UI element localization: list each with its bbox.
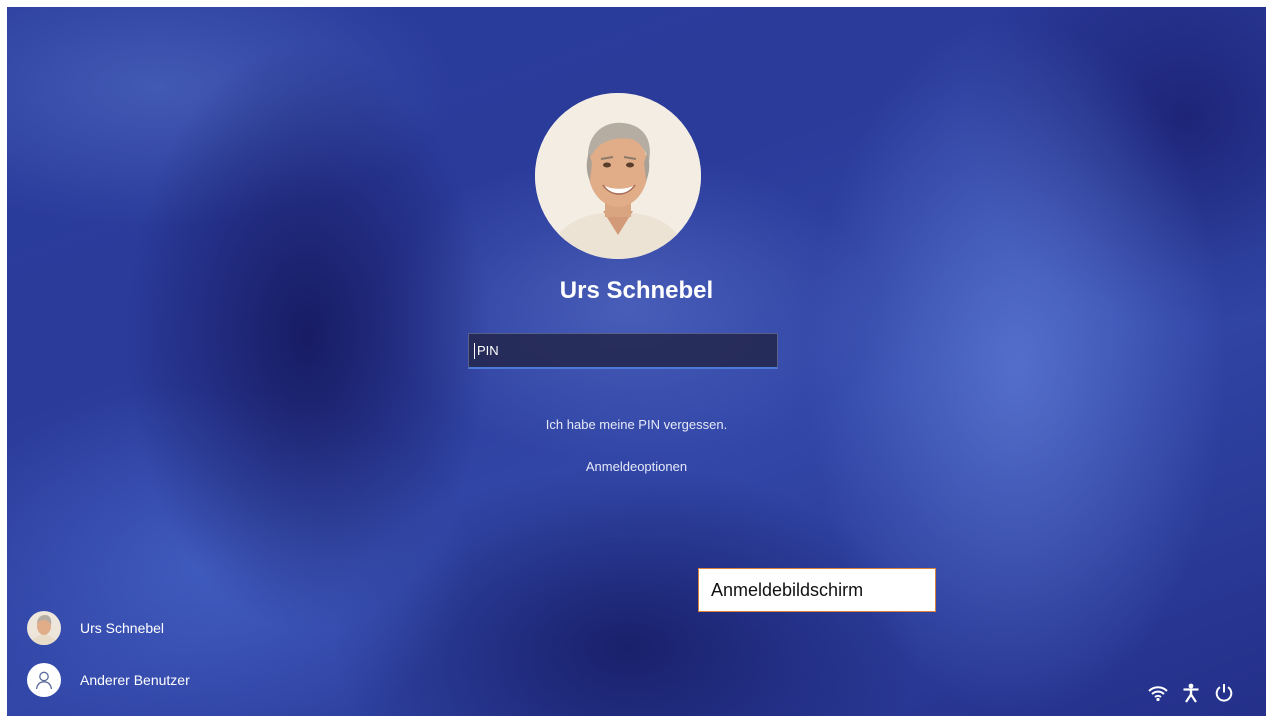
accessibility-icon[interactable] xyxy=(1181,683,1201,703)
caption-label: Anmeldebildschirm xyxy=(698,568,936,612)
user-photo-icon xyxy=(27,611,61,645)
text-caret xyxy=(474,343,475,359)
power-icon[interactable] xyxy=(1214,683,1234,703)
user-avatar-large xyxy=(535,93,701,259)
sign-in-options-link[interactable]: Anmeldeoptionen xyxy=(7,459,1266,474)
lock-screen-background: Urs Schnebel Ich habe meine PIN vergesse… xyxy=(7,7,1266,716)
user-switch-item-urs[interactable]: Urs Schnebel xyxy=(27,611,164,645)
forgot-pin-link[interactable]: Ich habe meine PIN vergessen. xyxy=(7,417,1266,432)
user-name-title: Urs Schnebel xyxy=(559,277,714,304)
user-photo-icon xyxy=(535,93,701,259)
pin-input[interactable] xyxy=(468,333,778,369)
system-tray xyxy=(1148,683,1234,703)
generic-user-icon xyxy=(27,663,61,697)
user-switch-item-other[interactable]: Anderer Benutzer xyxy=(27,663,190,697)
user-switch-label: Urs Schnebel xyxy=(80,620,165,636)
wifi-icon[interactable] xyxy=(1148,683,1168,703)
user-switch-label: Anderer Benutzer xyxy=(80,672,190,688)
